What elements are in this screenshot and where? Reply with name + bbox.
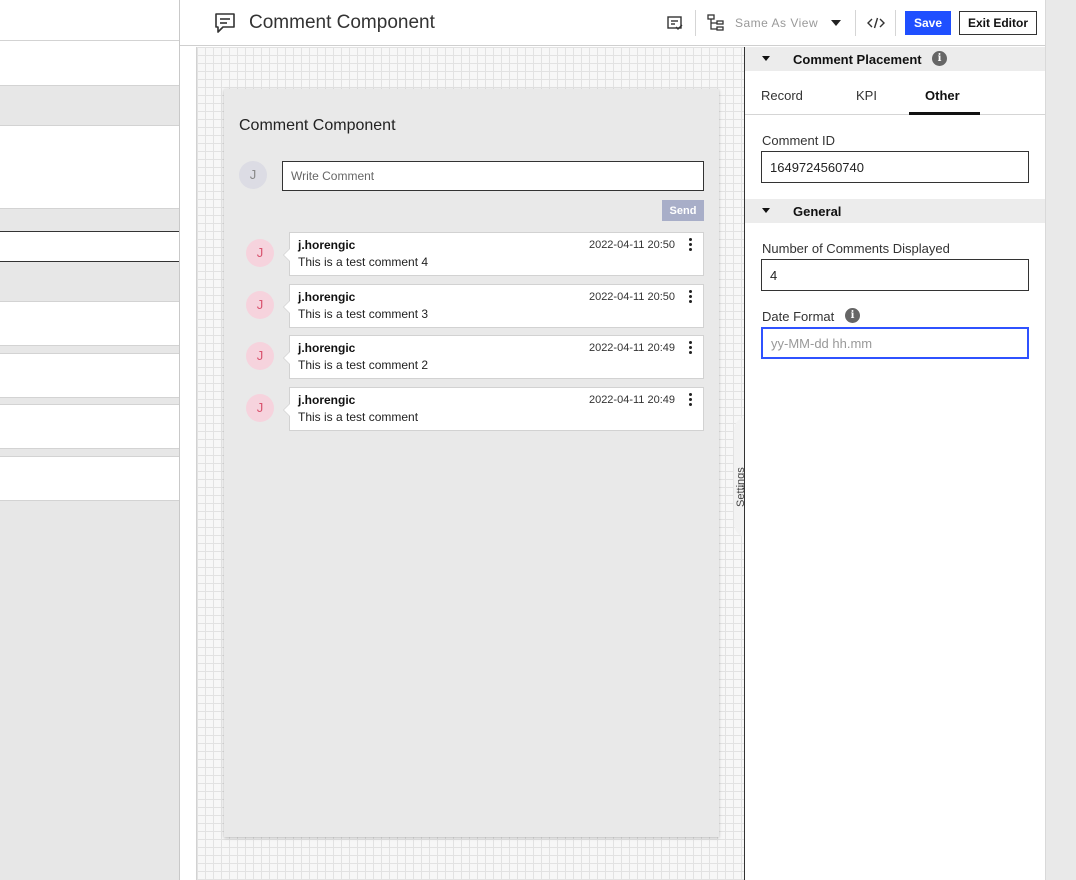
background-row [0,301,180,346]
section-header-general[interactable]: General [745,199,1046,223]
avatar: J [246,291,274,319]
write-comment-input[interactable] [282,161,704,191]
section-title: Comment Placement [793,52,922,67]
comment-text: This is a test comment 4 [298,255,429,269]
comment-component-card[interactable]: Comment Component J Send J j.horengic Th… [224,89,719,837]
section-title: General [793,204,842,219]
section-header-placement[interactable]: Comment Placement i [745,47,1046,71]
background-row [0,40,180,86]
date-format-field[interactable] [761,327,1029,359]
comment-author: j.horengic [298,290,356,304]
comment-author: j.horengic [298,238,356,252]
more-vertical-icon[interactable] [687,393,693,407]
design-canvas: Comment Component J Send J j.horengic Th… [196,47,760,880]
background-row [0,0,180,41]
more-vertical-icon[interactable] [687,341,693,355]
placement-tabs: Record KPI Other [745,71,1046,115]
comment-id-field[interactable] [761,151,1029,183]
comment-text: This is a test comment 2 [298,358,429,372]
header-separator [695,10,696,36]
num-comments-label: Number of Comments Displayed [762,241,950,256]
active-tab-indicator [909,112,980,115]
more-vertical-icon[interactable] [687,238,693,252]
notes-check-icon[interactable] [665,13,685,33]
code-icon[interactable] [866,13,886,33]
avatar: J [246,394,274,422]
view-select[interactable]: Same As View [735,16,818,30]
comment-bubble: j.horengic This is a test comment 4 2022… [283,232,704,276]
current-user-avatar: J [239,161,267,189]
comment-date: 2022-04-11 20:49 [588,342,675,354]
avatar: J [246,342,274,370]
comment-item: J j.horengic This is a test comment 2022… [246,387,704,431]
comment-bubble: j.horengic This is a test comment 3 2022… [283,284,704,328]
comment-author: j.horengic [298,341,356,355]
send-button[interactable]: Send [662,200,704,221]
info-icon[interactable]: i [932,51,947,66]
chevron-down-icon[interactable] [831,20,841,26]
component-title: Comment Component [239,117,396,134]
comment-date: 2022-04-11 20:50 [588,291,675,303]
comment-text: This is a test comment [298,410,419,424]
properties-panel: Comment Placement i Record KPI Other Com… [744,47,1046,880]
comment-item: J j.horengic This is a test comment 2 20… [246,335,704,379]
component-editor: Comment Component Same As View Save Exit… [179,0,1046,880]
caret-down-icon [762,208,770,213]
background-row [0,456,180,501]
background-row [0,353,180,398]
background-row [0,125,180,209]
tab-other[interactable]: Other [925,88,960,103]
comment-id-label: Comment ID [762,133,835,148]
comment-item: J j.horengic This is a test comment 4 20… [246,232,704,276]
comment-bubble: j.horengic This is a test comment 2022-0… [283,387,704,431]
avatar: J [246,239,274,267]
background-app-edge [1045,0,1076,880]
background-row [0,404,180,449]
save-button[interactable]: Save [905,11,951,35]
comment-bubble: j.horengic This is a test comment 2 2022… [283,335,704,379]
editor-title: Comment Component [249,12,435,33]
background-row [0,231,180,262]
comment-text: This is a test comment 3 [298,307,429,321]
comment-date: 2022-04-11 20:49 [588,394,675,406]
comment-date: 2022-04-11 20:50 [588,239,675,251]
editor-header: Comment Component Same As View Save Exit… [180,0,1046,46]
date-format-label: Date Format [762,309,835,324]
tab-record[interactable]: Record [761,88,803,103]
background-app [0,0,180,880]
header-separator [895,10,896,36]
comment-icon [215,13,235,33]
num-comments-field[interactable] [761,259,1029,291]
info-icon[interactable]: i [845,308,860,323]
exit-editor-button[interactable]: Exit Editor [959,11,1037,35]
tab-kpi[interactable]: KPI [856,88,877,103]
header-separator [855,10,856,36]
comment-author: j.horengic [298,393,356,407]
hierarchy-icon[interactable] [706,13,726,33]
comment-item: J j.horengic This is a test comment 3 20… [246,284,704,328]
more-vertical-icon[interactable] [687,290,693,304]
caret-down-icon [762,56,770,61]
